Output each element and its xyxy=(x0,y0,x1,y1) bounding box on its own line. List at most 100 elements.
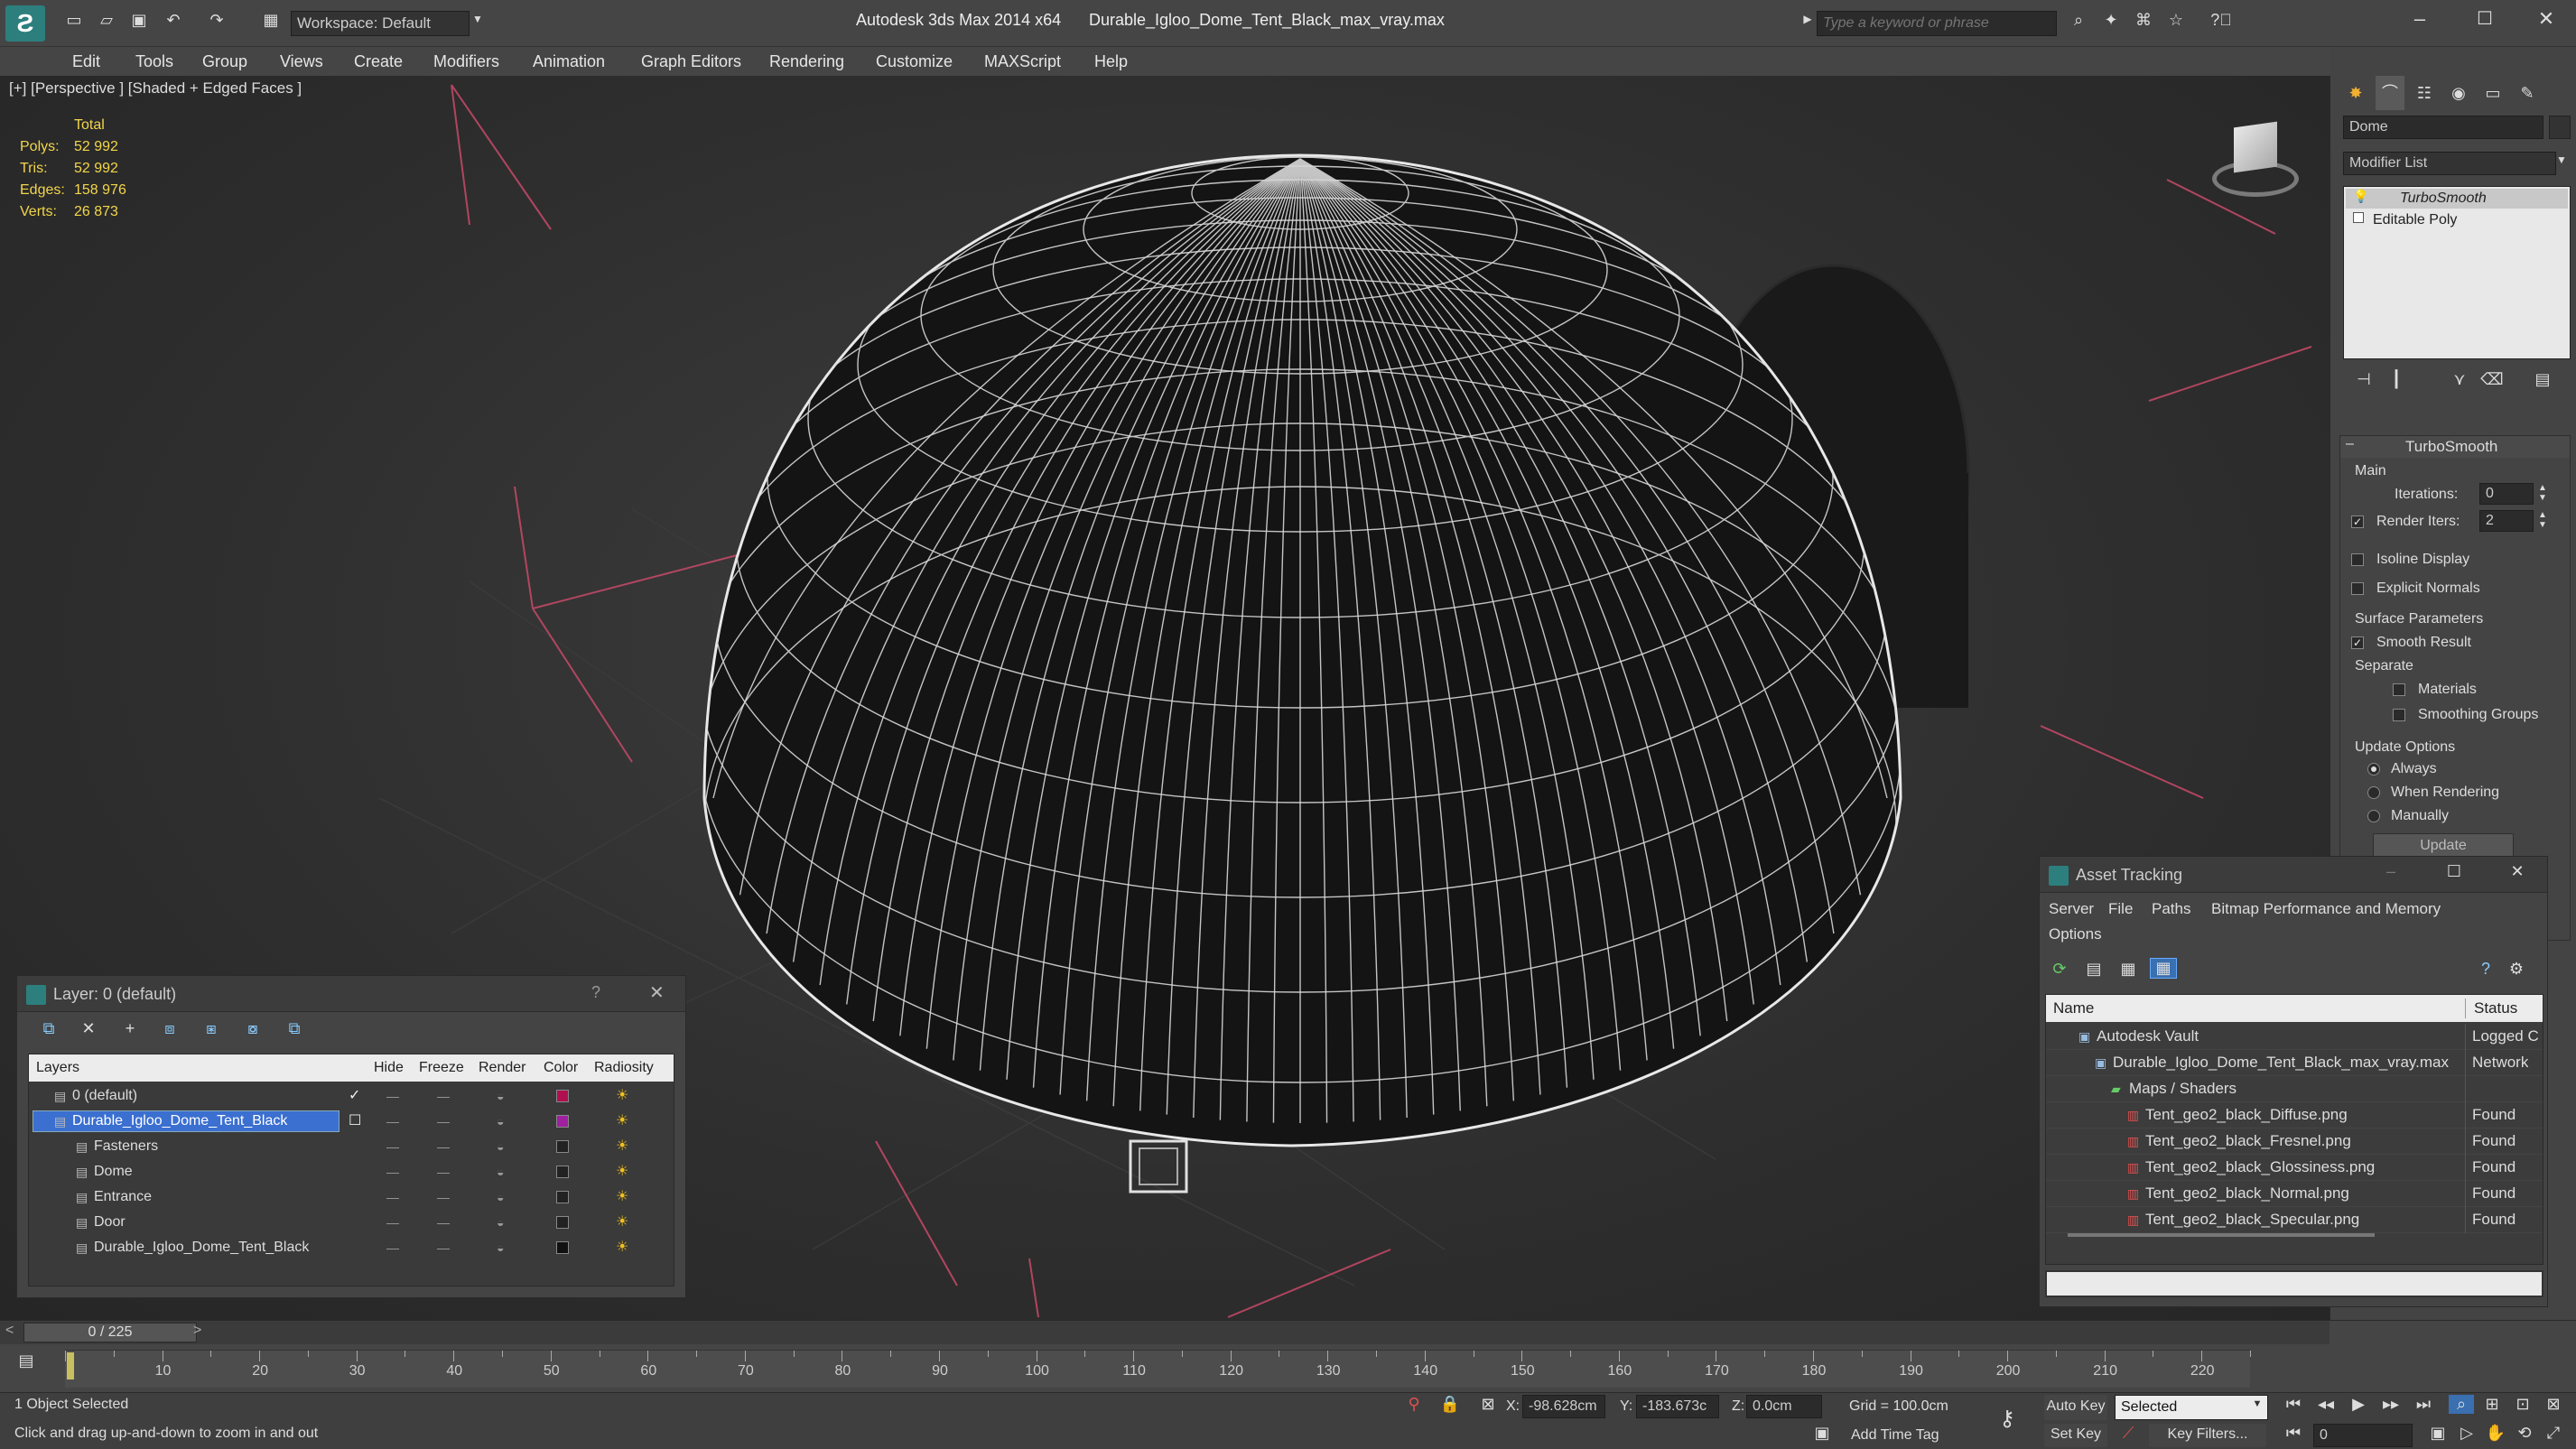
asset-horizontal-scrollbar[interactable] xyxy=(2068,1233,2375,1237)
col-render[interactable]: Render xyxy=(479,1054,525,1082)
layer-row[interactable]: ▤ Dome — — ◒ ☀ xyxy=(29,1159,674,1184)
render-toggle-icon[interactable]: ◒ xyxy=(497,1210,504,1235)
auto-key-button[interactable]: Auto Key xyxy=(2044,1395,2107,1420)
menu-rendering[interactable]: Rendering xyxy=(769,47,844,76)
freeze-toggle[interactable]: — xyxy=(437,1184,450,1210)
radiosity-icon[interactable]: ☀ xyxy=(616,1159,628,1184)
asset-row[interactable]: ▣ Durable_Igloo_Dome_Tent_Black_max_vray.… xyxy=(2046,1050,2543,1076)
layer-row[interactable]: ▤ 0 (default) ✓ — — ◒ ☀ xyxy=(29,1083,674,1109)
menu-create[interactable]: Create xyxy=(354,47,403,76)
settings-icon[interactable]: ⚙ xyxy=(2504,960,2529,979)
layer-name[interactable]: Durable_Igloo_Dome_Tent_Black xyxy=(94,1235,309,1260)
current-layer-box[interactable]: ☐ xyxy=(349,1109,361,1134)
layer-name[interactable]: Dome xyxy=(94,1159,133,1184)
add-time-tag-label[interactable]: Add Time Tag xyxy=(1851,1427,1939,1444)
pan-view-icon[interactable]: ✋ xyxy=(2483,1424,2508,1443)
freeze-toggle[interactable]: — xyxy=(437,1210,450,1235)
col-hide[interactable]: Hide xyxy=(374,1054,404,1082)
asset-name[interactable]: Durable_Igloo_Dome_Tent_Black_max_vray.m… xyxy=(2113,1050,2449,1075)
motion-tab-icon[interactable]: ◉ xyxy=(2444,76,2473,110)
layer-row[interactable]: ▤ Durable_Igloo_Dome_Tent_Black ☐ — — ◒ ☀ xyxy=(29,1109,674,1134)
binoculars-icon[interactable]: ⌕ xyxy=(2068,11,2089,30)
z-coordinate-field[interactable]: 0.0cm xyxy=(1746,1395,1822,1418)
isoline-display-checkbox[interactable] xyxy=(2351,553,2364,566)
menu-modifiers[interactable]: Modifiers xyxy=(433,47,499,76)
col-color[interactable]: Color xyxy=(544,1054,578,1082)
asset-name[interactable]: Tent_geo2_black_Normal.png xyxy=(2145,1181,2349,1206)
asset-row[interactable]: ▣ Autodesk Vault Logged C xyxy=(2046,1024,2543,1050)
always-radio[interactable] xyxy=(2367,763,2380,776)
render-iters-checkbox[interactable]: ✓ xyxy=(2351,516,2364,528)
layer-color-swatch[interactable] xyxy=(556,1115,569,1128)
communication-icon[interactable]: ⌘ xyxy=(2133,11,2154,30)
close-icon[interactable]: ✕ xyxy=(2504,862,2531,881)
layer-help-icon[interactable]: ? xyxy=(591,983,600,1002)
asset-name[interactable]: Tent_geo2_black_Fresnel.png xyxy=(2145,1129,2351,1154)
layer-name[interactable]: Fasteners xyxy=(94,1134,158,1159)
iterations-spinner[interactable]: 0 xyxy=(2479,483,2534,505)
explicit-normals-checkbox[interactable] xyxy=(2351,582,2364,595)
radiosity-icon[interactable]: ☀ xyxy=(616,1184,628,1210)
hide-toggle[interactable]: — xyxy=(386,1235,399,1260)
lock-icon[interactable]: 🔒 xyxy=(1439,1395,1461,1414)
show-end-result-icon[interactable]: ┃ xyxy=(2385,370,2408,389)
set-key-icon[interactable]: ⟋ xyxy=(2115,1424,2142,1443)
asset-menu-server[interactable]: Server xyxy=(2049,900,2094,918)
remove-modifier-icon[interactable]: ⌫ xyxy=(2480,370,2504,389)
time-slider-thumb[interactable]: 0 / 225 xyxy=(23,1323,197,1342)
col-radiosity[interactable]: Radiosity xyxy=(594,1054,654,1082)
table-view-icon[interactable]: ▦ xyxy=(2150,958,2177,979)
menu-group[interactable]: Group xyxy=(202,47,247,76)
radiosity-icon[interactable]: ☀ xyxy=(616,1210,628,1235)
layer-color-swatch[interactable] xyxy=(556,1216,569,1229)
asset-name[interactable]: Maps / Shaders xyxy=(2129,1076,2237,1101)
delete-layer-icon[interactable]: ✕ xyxy=(75,1019,102,1038)
hide-toggle[interactable]: — xyxy=(386,1210,399,1235)
workspace-dropdown[interactable]: Workspace: Default xyxy=(291,11,470,36)
asset-name[interactable]: Tent_geo2_black_Diffuse.png xyxy=(2145,1102,2348,1128)
field-of-view-icon[interactable]: ▷ xyxy=(2454,1424,2479,1443)
help-icon[interactable]: ?⃝ xyxy=(2209,11,2234,30)
pin-icon[interactable]: ⚲ xyxy=(1403,1395,1425,1414)
render-toggle-icon[interactable]: ◒ xyxy=(497,1184,504,1210)
hide-toggle[interactable]: — xyxy=(386,1134,399,1159)
layer-name[interactable]: Durable_Igloo_Dome_Tent_Black xyxy=(72,1109,287,1134)
menu-customize[interactable]: Customize xyxy=(876,47,953,76)
viewport-label[interactable]: [+] [Perspective ] [Shaded + Edged Faces… xyxy=(9,79,302,98)
asset-row[interactable]: ▰ Maps / Shaders xyxy=(2046,1076,2543,1102)
set-key-button[interactable]: Set Key xyxy=(2044,1424,2107,1447)
key-filters-button[interactable]: Key Filters... xyxy=(2149,1424,2266,1447)
asset-row[interactable]: ▥ Tent_geo2_black_Specular.png Found xyxy=(2046,1207,2543,1233)
y-coordinate-field[interactable]: -183.673c xyxy=(1636,1395,1719,1418)
next-frame-icon[interactable]: ▸▸ xyxy=(2378,1395,2404,1414)
modify-tab-icon[interactable]: ⌒ xyxy=(2376,76,2404,110)
smooth-result-checkbox[interactable]: ✓ xyxy=(2351,636,2364,649)
maximize-icon[interactable]: ☐ xyxy=(2467,7,2503,30)
radiosity-icon[interactable]: ☀ xyxy=(616,1083,628,1109)
when-rendering-radio[interactable] xyxy=(2367,786,2380,799)
asset-name[interactable]: Tent_geo2_black_Specular.png xyxy=(2145,1207,2359,1232)
menu-tools[interactable]: Tools xyxy=(135,47,173,76)
layer-color-swatch[interactable] xyxy=(556,1241,569,1254)
col-layers[interactable]: Layers xyxy=(36,1054,79,1082)
new-layer-icon[interactable]: ⧉ xyxy=(35,1019,62,1038)
smoothing-groups-checkbox[interactable] xyxy=(2393,709,2405,721)
chevron-down-icon[interactable]: ▼ xyxy=(2553,153,2571,166)
selection-set-dropdown[interactable]: Selected xyxy=(2115,1395,2268,1420)
asset-name[interactable]: Autodesk Vault xyxy=(2097,1024,2199,1049)
display-tab-icon[interactable]: ▭ xyxy=(2478,76,2507,110)
asset-row[interactable]: ▥ Tent_geo2_black_Fresnel.png Found xyxy=(2046,1129,2543,1155)
layer-color-swatch[interactable] xyxy=(556,1140,569,1153)
add-to-layer-icon[interactable]: + xyxy=(116,1019,144,1038)
stack-item-turbosmooth[interactable]: TurboSmooth xyxy=(2346,189,2568,209)
hide-toggle[interactable]: — xyxy=(386,1083,399,1109)
freeze-toggle[interactable]: — xyxy=(437,1083,450,1109)
utilities-tab-icon[interactable]: ✎ xyxy=(2513,76,2542,110)
hierarchy-tab-icon[interactable]: ☷ xyxy=(2410,76,2439,110)
asset-menu-bitmap[interactable]: Bitmap Performance and Memory xyxy=(2211,900,2441,918)
freeze-toggle[interactable]: — xyxy=(437,1235,450,1260)
track-bar[interactable]: 10 20 30 40 50 60 70 80 90 100 110 120 130 140 150 160 1… xyxy=(65,1350,2251,1388)
asset-menu-options[interactable]: Options xyxy=(2049,925,2102,943)
hide-toggle[interactable]: — xyxy=(386,1184,399,1210)
zoom-icon[interactable]: ⌕ xyxy=(2449,1395,2474,1414)
